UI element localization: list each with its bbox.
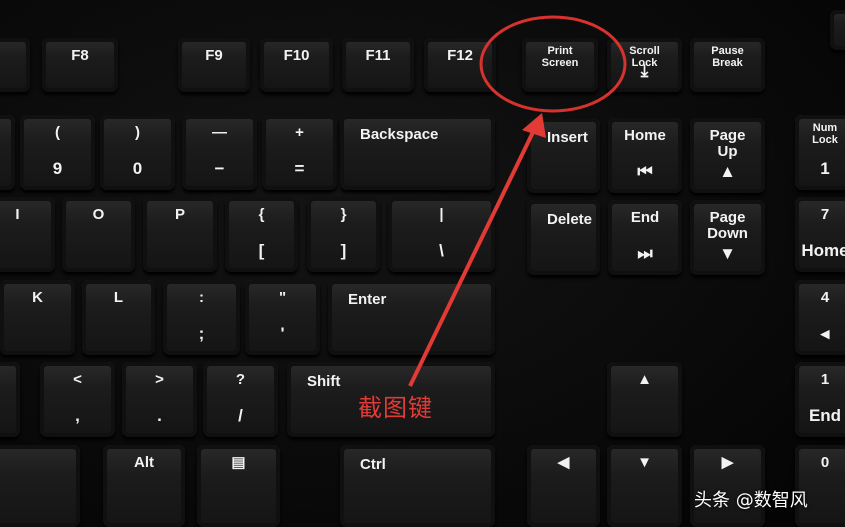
annotation-overlay [408,15,627,387]
annotation-arrow [408,127,537,387]
watermark: 头条 @数智风 [694,490,808,511]
annotation-label: 截图键 [358,394,433,422]
highlight-circle [479,15,627,113]
